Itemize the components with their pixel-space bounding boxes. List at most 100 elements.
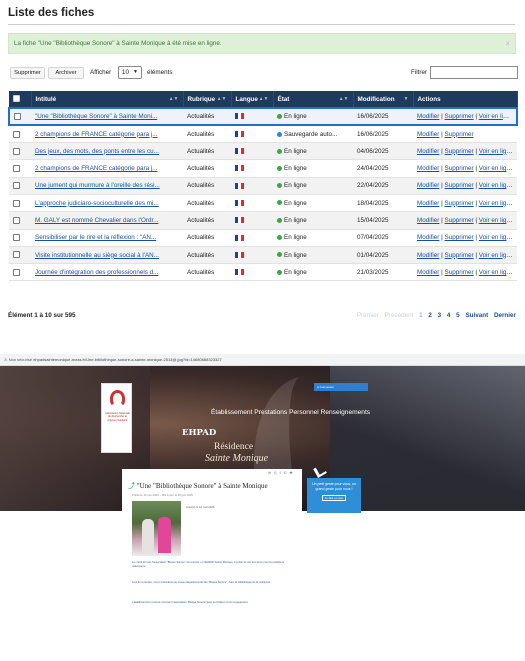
site-topbar[interactable]: A Connexion xyxy=(314,383,368,391)
row-title-link[interactable]: 2 champions de FRANCE catégorie para j..… xyxy=(35,131,158,138)
action-link-2[interactable]: Voir en ligne xyxy=(479,182,514,189)
row-title-cell[interactable]: Une jument qui murmure à l'oreille des r… xyxy=(31,177,183,195)
row-checkbox[interactable] xyxy=(13,268,20,276)
col-header-modification[interactable]: Modification ▼ xyxy=(353,91,414,108)
action-link-1[interactable]: Supprimer xyxy=(445,131,474,138)
row-select-cell[interactable] xyxy=(9,159,31,178)
table-row[interactable]: 2 champions de FRANCE catégorie para j..… xyxy=(9,125,517,144)
action-link-0[interactable]: Modifier xyxy=(417,269,439,276)
action-link-2[interactable]: Voir en ligne xyxy=(479,217,514,224)
row-checkbox[interactable] xyxy=(13,182,20,190)
site-logo[interactable]: Association Nationale de Recherche et d'… xyxy=(101,383,132,453)
row-title-cell[interactable]: M. GALY est nommé Chevalier dans l'Ordr.… xyxy=(31,211,183,230)
action-link-0[interactable]: Modifier xyxy=(417,234,439,241)
row-select-cell[interactable] xyxy=(9,177,31,195)
pager-page-5[interactable]: 5 xyxy=(456,312,460,319)
row-select-cell[interactable] xyxy=(9,229,31,247)
row-title-link[interactable]: 2 champions de FRANCE catégorie para j..… xyxy=(35,165,158,172)
page-size-select[interactable]: 10 ▼ xyxy=(118,66,142,79)
row-title-cell[interactable]: 2 champions de FRANCE catégorie para j..… xyxy=(31,125,183,144)
row-title-cell[interactable]: Des jeux, des mots, des ponts entre les … xyxy=(31,142,183,161)
action-link-1[interactable]: Supprimer xyxy=(445,234,474,241)
share-icons[interactable]: ✉ ⎙ f ✆ ✚ xyxy=(268,471,293,475)
table-row[interactable]: 2 champions de FRANCE catégorie para j..… xyxy=(9,159,517,178)
table-row[interactable]: Des jeux, des mots, des ponts entre les … xyxy=(9,142,517,161)
table-row[interactable]: Sensibiliser par le rire et la réflexion… xyxy=(9,229,517,247)
col-header-rubrique[interactable]: Rubrique ▲▼ xyxy=(183,91,232,108)
close-icon[interactable]: × xyxy=(505,34,510,53)
article-photo[interactable] xyxy=(132,501,181,556)
row-title-link[interactable]: Des jeux, des mots, des ponts entre les … xyxy=(35,148,159,155)
action-link-2[interactable]: Voir en ligne xyxy=(479,148,514,155)
action-link-2[interactable]: Voir en ligne xyxy=(479,200,514,207)
pager-last[interactable]: Dernier xyxy=(494,312,516,319)
pager-next[interactable]: Suivant xyxy=(465,312,488,319)
action-link-0[interactable]: Modifier xyxy=(417,182,439,189)
action-link-1[interactable]: Supprimer xyxy=(445,113,474,120)
donation-card[interactable]: Un petit geste pour vous, un grand geste… xyxy=(307,478,361,513)
action-link-1[interactable]: Supprimer xyxy=(445,217,474,224)
action-link-0[interactable]: Modifier xyxy=(417,217,439,224)
row-checkbox[interactable] xyxy=(13,164,20,172)
action-link-0[interactable]: Modifier xyxy=(417,113,439,120)
row-checkbox[interactable] xyxy=(13,199,20,207)
archive-button[interactable]: Archiver xyxy=(48,67,84,79)
row-title-cell[interactable]: "Une "Bibliothèque Sonore" à Sainte Moni… xyxy=(31,106,183,127)
row-title-link[interactable]: Sensibiliser par le rire et la réflexion… xyxy=(35,234,156,241)
table-row[interactable]: Visite institutionnelle au siège social … xyxy=(9,246,517,265)
action-link-0[interactable]: Modifier xyxy=(417,252,439,259)
row-title-link[interactable]: L'approche judiciaro-socioculturelle des… xyxy=(35,200,159,207)
table-row[interactable]: L'approche judiciaro-socioculturelle des… xyxy=(9,194,517,213)
row-title-cell[interactable]: Sensibiliser par le rire et la réflexion… xyxy=(31,229,183,247)
pager-page-2[interactable]: 2 xyxy=(428,312,432,319)
table-row[interactable]: Une jument qui murmure à l'oreille des r… xyxy=(9,177,517,195)
col-header-langue[interactable]: Langue ▲▼ xyxy=(231,91,274,108)
row-title-link[interactable]: M. GALY est nommé Chevalier dans l'Ordr.… xyxy=(35,217,158,224)
pager-page-3[interactable]: 3 xyxy=(438,312,442,319)
action-link-1[interactable]: Supprimer xyxy=(445,200,474,207)
row-title-link[interactable]: "Une "Bibliothèque Sonore" à Sainte Moni… xyxy=(35,113,157,120)
row-select-cell[interactable] xyxy=(9,246,31,265)
select-all-cell[interactable] xyxy=(9,91,32,108)
col-header-title[interactable]: Intitulé ▲▼ xyxy=(31,91,184,108)
action-link-0[interactable]: Modifier xyxy=(417,165,439,172)
action-link-1[interactable]: Supprimer xyxy=(445,252,474,259)
row-checkbox[interactable] xyxy=(13,147,20,155)
row-title-cell[interactable]: Journée d'intégration des professionnels… xyxy=(31,263,183,282)
action-link-1[interactable]: Supprimer xyxy=(445,148,474,155)
action-link-0[interactable]: Modifier xyxy=(417,148,439,155)
row-select-cell[interactable] xyxy=(9,263,31,282)
row-select-cell[interactable] xyxy=(9,211,31,230)
browser-address-bar[interactable]: ⚠ Non sécurisé ehpadsaintemonique.anras.… xyxy=(0,354,525,366)
row-checkbox[interactable] xyxy=(13,130,20,138)
row-checkbox[interactable] xyxy=(13,234,20,242)
delete-button[interactable]: Supprimer xyxy=(10,67,45,79)
action-link-1[interactable]: Supprimer xyxy=(445,269,474,276)
row-title-link[interactable]: Une jument qui murmure à l'oreille des r… xyxy=(35,182,160,189)
pager-page-4[interactable]: 4 xyxy=(447,312,451,319)
row-checkbox[interactable] xyxy=(13,216,20,224)
action-link-0[interactable]: Modifier xyxy=(417,200,439,207)
table-row[interactable]: Journée d'intégration des professionnels… xyxy=(9,263,517,282)
row-title-cell[interactable]: 2 champions de FRANCE catégorie para j..… xyxy=(31,159,183,178)
table-row[interactable]: M. GALY est nommé Chevalier dans l'Ordr.… xyxy=(9,211,517,230)
row-title-link[interactable]: Journée d'intégration des professionnels… xyxy=(35,269,158,276)
action-link-1[interactable]: Supprimer xyxy=(445,165,474,172)
row-select-cell[interactable] xyxy=(8,106,31,127)
action-link-1[interactable]: Supprimer xyxy=(445,182,474,189)
site-navigation[interactable]: Établissement Prestations Personnel Rens… xyxy=(211,409,370,416)
action-link-2[interactable]: Voir en ligne xyxy=(479,269,514,276)
row-select-cell[interactable] xyxy=(9,142,31,161)
action-link-2[interactable]: Voir en ligne xyxy=(479,165,514,172)
select-all-checkbox[interactable] xyxy=(13,95,20,103)
action-link-2[interactable]: Voir en ligne xyxy=(479,252,514,259)
row-title-cell[interactable]: Visite institutionnelle au siège social … xyxy=(31,246,183,265)
filter-input[interactable] xyxy=(430,66,518,79)
action-link-2[interactable]: Voir en ligne xyxy=(479,113,514,120)
row-select-cell[interactable] xyxy=(9,125,31,144)
action-link-2[interactable]: Voir en ligne xyxy=(479,234,514,241)
row-title-cell[interactable]: L'approche judiciaro-socioculturelle des… xyxy=(31,194,183,213)
action-link-0[interactable]: Modifier xyxy=(417,131,439,138)
table-row[interactable]: "Une "Bibliothèque Sonore" à Sainte Moni… xyxy=(8,106,518,127)
row-checkbox[interactable] xyxy=(13,251,20,259)
